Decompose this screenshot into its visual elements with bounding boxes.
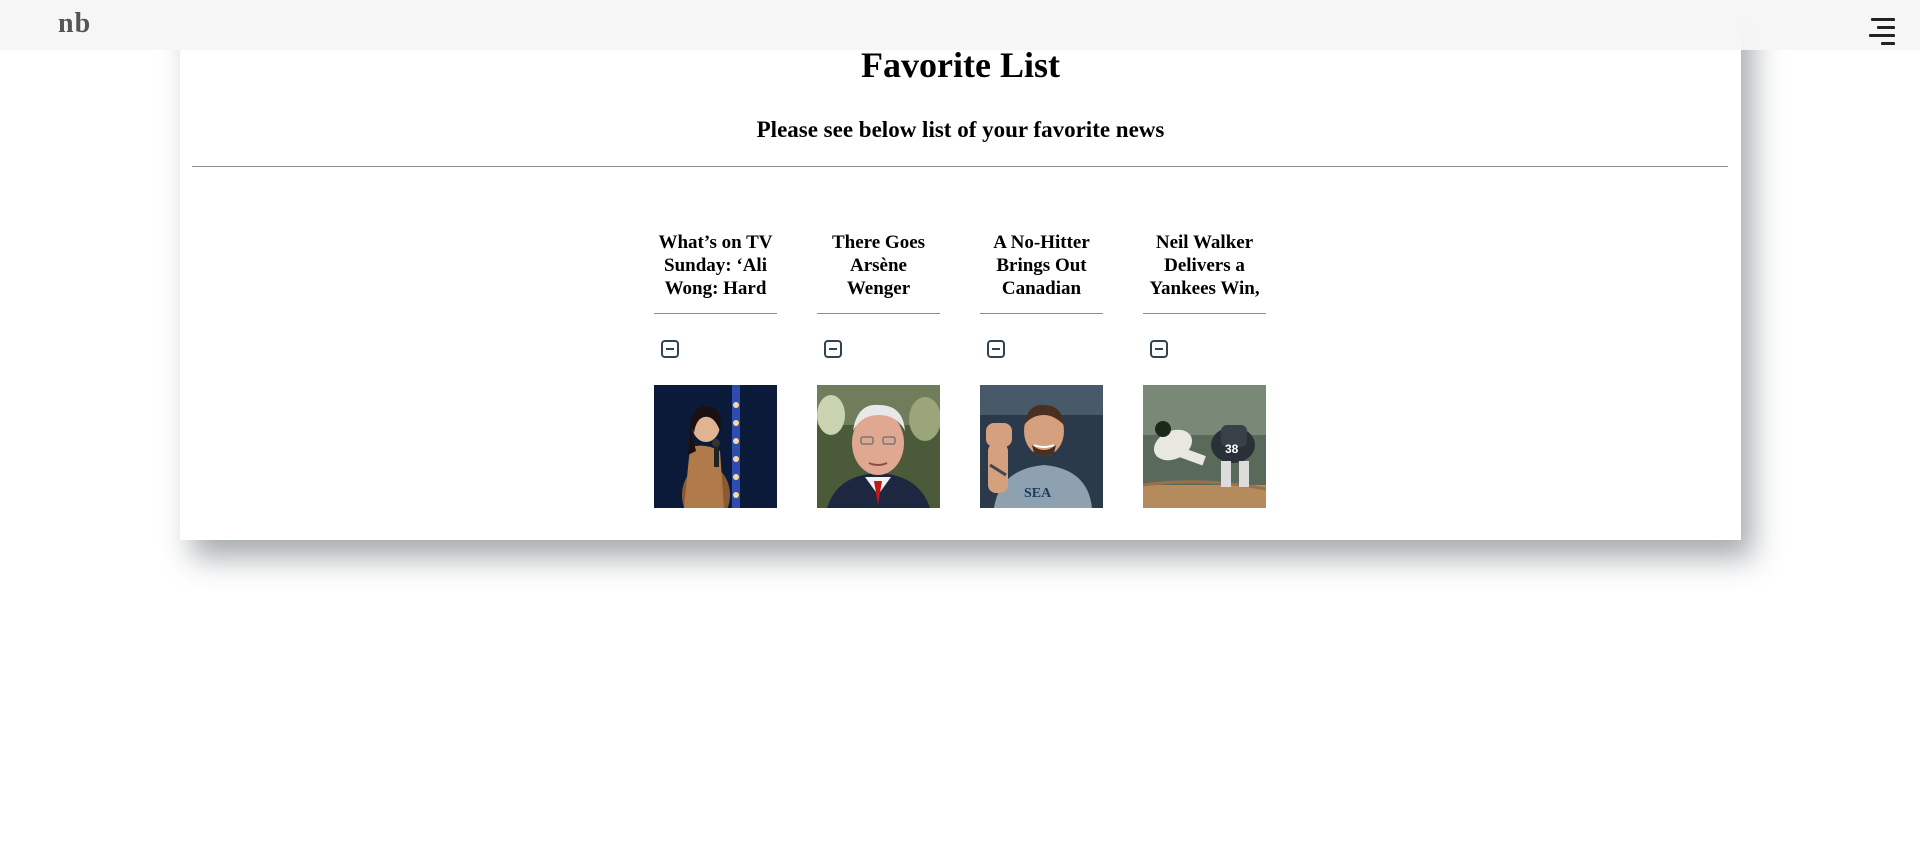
favorite-item: Neil Walker Delivers a Yankees Win, 38 bbox=[1143, 218, 1266, 508]
item-divider bbox=[817, 313, 940, 314]
news-thumbnail[interactable] bbox=[817, 385, 940, 508]
item-divider bbox=[980, 313, 1103, 314]
minus-square-icon[interactable] bbox=[987, 340, 1005, 358]
svg-text:38: 38 bbox=[1225, 442, 1239, 456]
favorite-item: A No-Hitter Brings Out Canadian SEA bbox=[980, 218, 1103, 508]
favorite-title[interactable]: What’s on TV Sunday: ‘Ali Wong: Hard bbox=[654, 218, 777, 312]
news-thumbnail[interactable]: SEA bbox=[980, 385, 1103, 508]
minus-square-icon[interactable] bbox=[1150, 340, 1168, 358]
page-subtitle: Please see below list of your favorite n… bbox=[756, 117, 1165, 142]
minus-square-icon[interactable] bbox=[824, 340, 842, 358]
minus-square-icon[interactable] bbox=[661, 340, 679, 358]
favorite-title[interactable]: There Goes Arsène Wenger bbox=[817, 218, 940, 312]
news-thumbnail[interactable] bbox=[654, 385, 777, 508]
favorite-item: There Goes Arsène Wenger bbox=[817, 218, 940, 508]
item-divider bbox=[1143, 313, 1266, 314]
favorites-list: What’s on TV Sunday: ‘Ali Wong: Hard The… bbox=[654, 218, 1266, 508]
news-thumbnail[interactable]: 38 bbox=[1143, 385, 1266, 508]
top-navbar: nb bbox=[0, 0, 1920, 50]
header-divider bbox=[192, 166, 1728, 167]
brand-logo[interactable]: nb bbox=[58, 8, 91, 40]
page-title: Favorite List bbox=[861, 45, 1060, 85]
favorite-title[interactable]: A No-Hitter Brings Out Canadian bbox=[980, 218, 1103, 312]
item-divider bbox=[654, 313, 777, 314]
hamburger-menu-icon[interactable] bbox=[1865, 18, 1895, 45]
favorite-title[interactable]: Neil Walker Delivers a Yankees Win, bbox=[1143, 218, 1266, 312]
svg-text:SEA: SEA bbox=[1024, 486, 1052, 501]
favorite-item: What’s on TV Sunday: ‘Ali Wong: Hard bbox=[654, 218, 777, 508]
